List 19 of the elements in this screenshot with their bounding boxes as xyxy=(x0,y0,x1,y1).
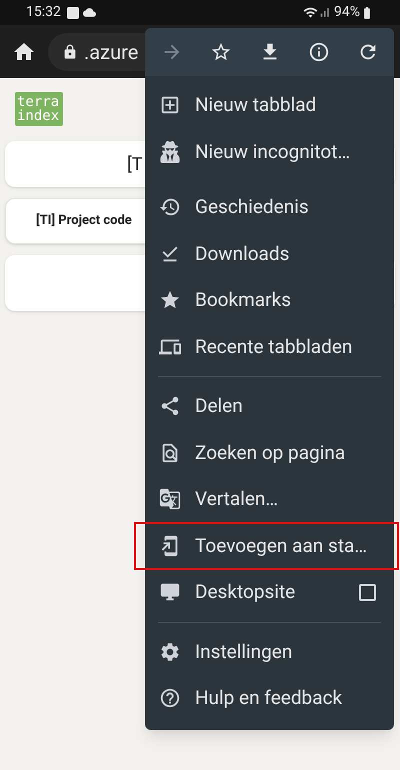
url-text: .azure xyxy=(84,38,138,66)
menu-label: Delen xyxy=(195,393,244,419)
menu-label: Nieuw tabblad xyxy=(195,92,318,118)
card-title: [TI] Project code xyxy=(36,212,132,230)
menu-label: Desktopsite xyxy=(195,579,296,605)
menu-label: Bookmarks xyxy=(195,287,292,313)
battery-percent: 94% xyxy=(334,3,360,22)
menu-label: Recente tabbladen xyxy=(195,334,354,360)
menu-label: Hulp en feedback xyxy=(195,685,344,711)
menu-label: Instellingen xyxy=(195,638,294,664)
menu-label: Nieuw incognitot… xyxy=(195,138,352,164)
card-title: [T xyxy=(127,152,143,176)
menu-label: Toevoegen aan sta… xyxy=(195,532,368,558)
menu-label: Geschiedenis xyxy=(195,194,310,220)
menu-label: Downloads xyxy=(195,240,290,266)
clock-time: 15:32 xyxy=(26,3,61,22)
menu-label: Vertalen… xyxy=(195,486,280,512)
menu-label: Zoeken op pagina xyxy=(195,440,346,466)
logo: terra index xyxy=(15,92,63,126)
